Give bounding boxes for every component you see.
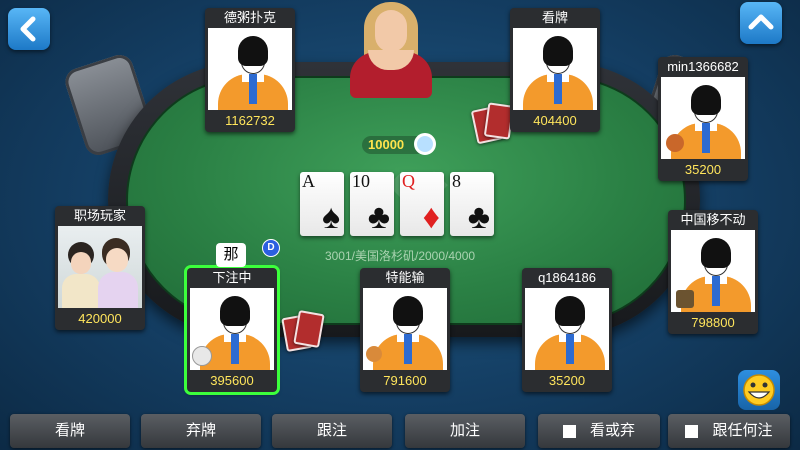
checkbox[interactable] bbox=[562, 424, 576, 438]
player-name: 看牌 bbox=[541, 10, 568, 25]
community-card: 10 ♣ bbox=[350, 172, 394, 236]
back-arrow-icon bbox=[20, 16, 36, 42]
club-icon: ♣ bbox=[367, 198, 390, 236]
player-chips: 798800 bbox=[691, 315, 735, 330]
rank-badge-icon bbox=[676, 290, 694, 308]
raise-button[interactable]: 加注 bbox=[405, 414, 525, 448]
avatar bbox=[208, 28, 292, 110]
back-button[interactable] bbox=[8, 8, 50, 50]
avatar bbox=[513, 28, 597, 110]
pet-cat-icon bbox=[192, 346, 212, 366]
call-button[interactable]: 跟注 bbox=[272, 414, 392, 448]
card-back-icon bbox=[293, 310, 325, 348]
fold-button[interactable]: 弃牌 bbox=[141, 414, 261, 448]
chat-bubble: 那 bbox=[216, 243, 246, 267]
checkbox[interactable] bbox=[685, 424, 699, 438]
table-info: 3001/美国洛杉矶/2000/4000 bbox=[324, 249, 476, 263]
player-seat-left-mid[interactable]: 职场玩家 420000 bbox=[55, 206, 145, 330]
player-name: 中国移不动 bbox=[680, 212, 746, 227]
player-seat-top-right[interactable]: 看牌 404400 bbox=[510, 8, 600, 132]
chip-icon bbox=[414, 133, 436, 155]
player-name: q1864186 bbox=[538, 270, 596, 285]
player-chips: 1162732 bbox=[225, 113, 275, 128]
player-seat-bottom-3[interactable]: q1864186 35200 bbox=[522, 268, 612, 392]
card-rank: Q bbox=[402, 172, 415, 191]
player-seat-right-top[interactable]: min1366682 35200 bbox=[658, 57, 748, 181]
dealer-avatar bbox=[344, 0, 438, 100]
bear-badge-icon bbox=[666, 134, 684, 152]
player-name: 下注中 bbox=[212, 270, 252, 285]
card-rank: 8 bbox=[452, 172, 461, 191]
community-card: Q ♦ bbox=[400, 172, 444, 236]
player-chips: 420000 bbox=[78, 311, 122, 326]
player-name: 德粥扑克 bbox=[223, 10, 276, 25]
player-chips: 395600 bbox=[210, 373, 254, 388]
dealer-face bbox=[375, 10, 407, 52]
player-seat-right-mid[interactable]: 中国移不动 798800 bbox=[668, 210, 758, 334]
avatar bbox=[525, 288, 609, 370]
player-seat-bottom-2[interactable]: 特能输 791600 bbox=[360, 268, 450, 392]
community-card: 8 ♣ bbox=[450, 172, 494, 236]
spade-icon: ♠ bbox=[321, 198, 340, 236]
call-any-label: 跟任何注 bbox=[712, 422, 773, 439]
player-chips: 35200 bbox=[684, 162, 722, 177]
player-chips: 35200 bbox=[548, 373, 586, 388]
avatar-photo bbox=[58, 226, 142, 308]
call-any-toggle[interactable]: 跟任何注 bbox=[668, 414, 790, 448]
diamond-icon: ♦ bbox=[422, 198, 440, 236]
player-seat-bottom-1[interactable]: 下注中 395600 bbox=[187, 268, 277, 392]
pet-dog-icon bbox=[366, 346, 382, 362]
smiley-icon bbox=[743, 374, 775, 406]
player-seat-top-left[interactable]: 德粥扑克 1162732 bbox=[205, 8, 295, 132]
card-rank: A bbox=[302, 172, 315, 191]
club-icon: ♣ bbox=[467, 198, 490, 236]
player-chips: 404400 bbox=[533, 113, 577, 128]
emoji-button[interactable] bbox=[738, 370, 780, 410]
card-rank: 10 bbox=[352, 172, 370, 191]
chevron-up-icon bbox=[748, 14, 774, 30]
community-card: A ♠ bbox=[300, 172, 344, 236]
player-chips: 791600 bbox=[383, 373, 427, 388]
player-name: 职场玩家 bbox=[73, 208, 126, 223]
player-name: min1366682 bbox=[667, 59, 739, 74]
player-name: 特能输 bbox=[385, 270, 425, 285]
check-or-fold-toggle[interactable]: 看或弃 bbox=[538, 414, 660, 448]
check-button[interactable]: 看牌 bbox=[10, 414, 130, 448]
collapse-button[interactable] bbox=[740, 2, 782, 44]
dealer-button: D bbox=[262, 239, 280, 257]
check-or-fold-label: 看或弃 bbox=[589, 422, 635, 439]
